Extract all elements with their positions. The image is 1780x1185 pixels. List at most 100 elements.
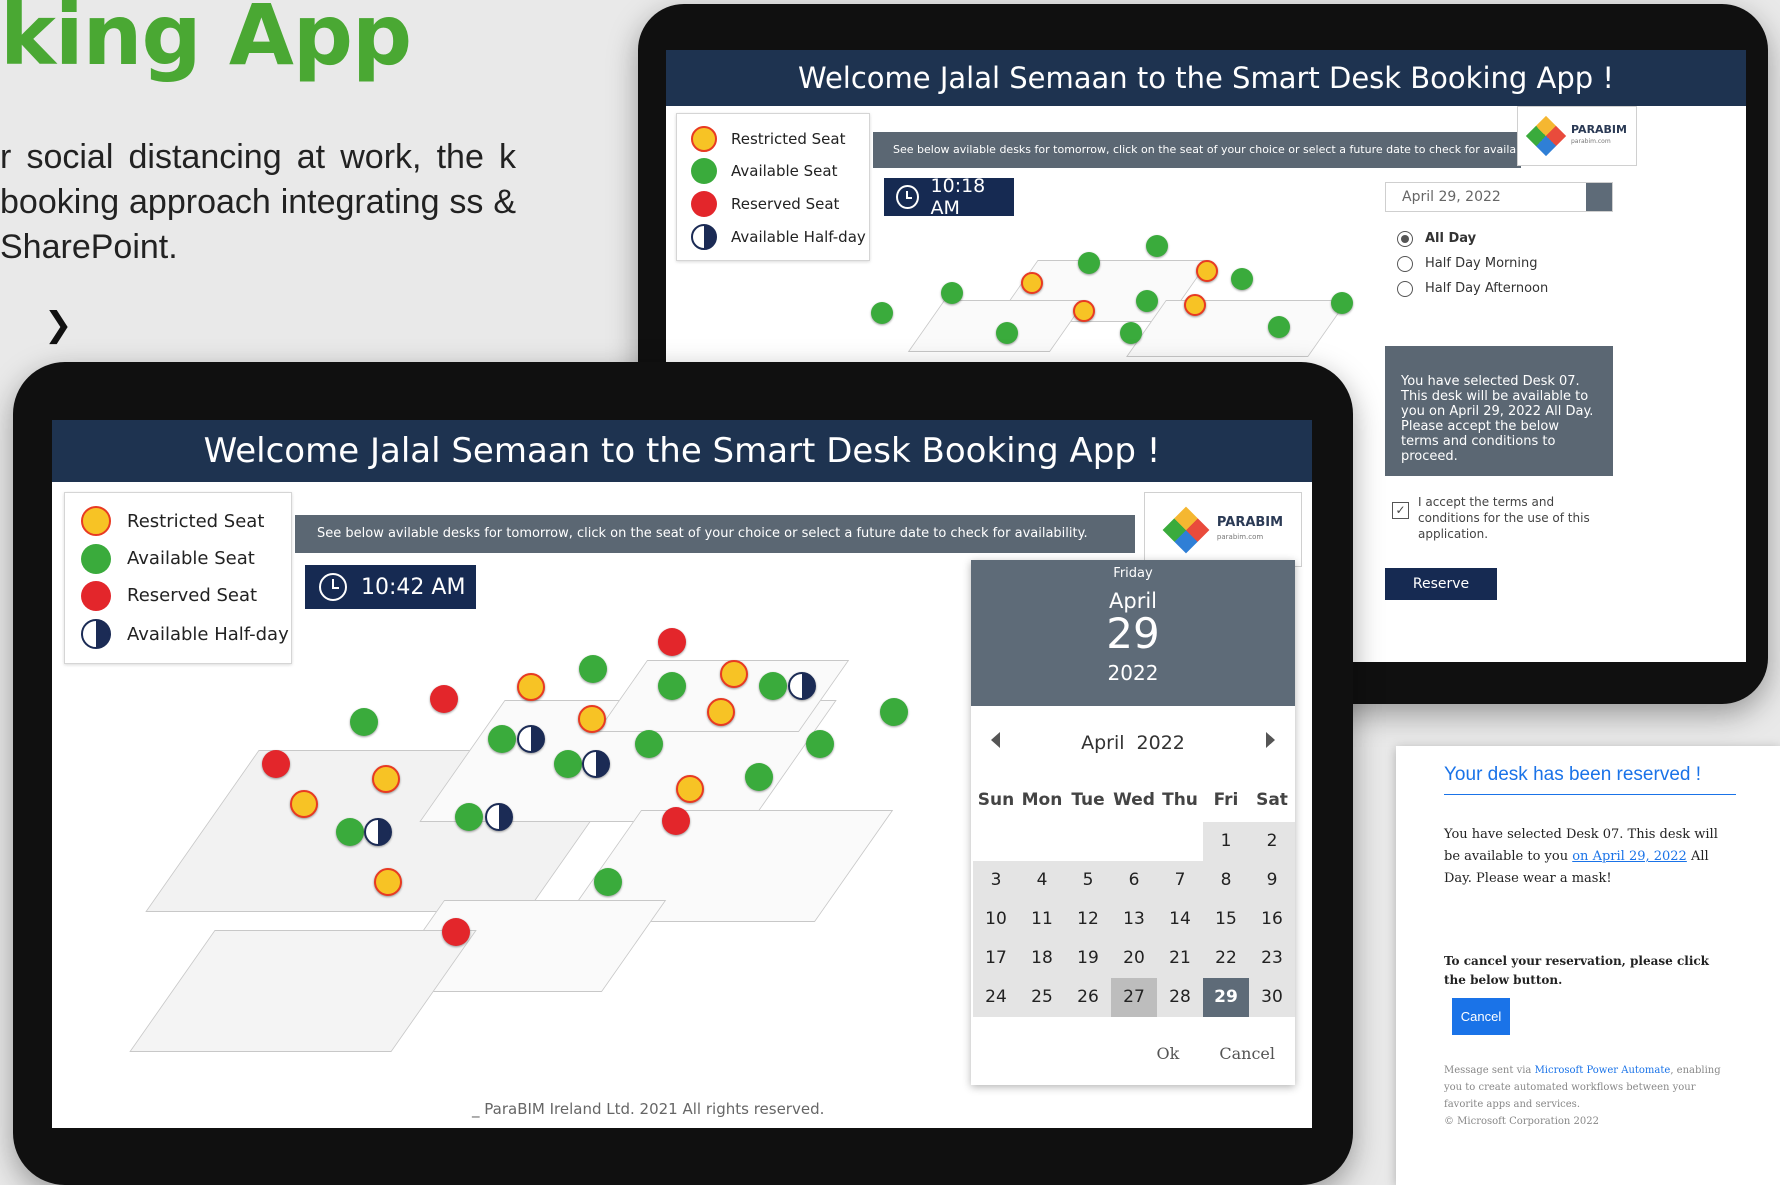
parabim-logo: PARABIM parabim.com — [1517, 106, 1637, 166]
available-seat-icon[interactable] — [1146, 235, 1168, 257]
page-title: Welcome Jalal Semaan to the Smart Desk B… — [52, 420, 1312, 482]
restricted-seat-icon[interactable] — [676, 775, 704, 803]
ok-button[interactable]: Ok — [1157, 1044, 1180, 1063]
day-cell[interactable]: 21 — [1157, 939, 1203, 978]
day-cell[interactable]: 17 — [973, 939, 1019, 978]
radio-selected-icon[interactable] — [1397, 230, 1413, 247]
option-half-day-morning[interactable]: Half Day Morning — [1397, 251, 1548, 276]
available-seat-icon[interactable] — [635, 730, 663, 758]
day-cell[interactable]: 9 — [1249, 861, 1295, 900]
available-seat-icon[interactable] — [579, 655, 607, 683]
day-cell[interactable]: 16 — [1249, 900, 1295, 939]
restricted-seat-icon[interactable] — [290, 790, 318, 818]
radio-icon[interactable] — [1397, 255, 1413, 272]
option-half-day-afternoon[interactable]: Half Day Afternoon — [1397, 276, 1548, 301]
day-cell[interactable]: 13 — [1111, 900, 1157, 939]
reserved-seat-icon[interactable] — [430, 685, 458, 713]
cancel-button[interactable]: Cancel — [1219, 1044, 1275, 1063]
available-seat-icon[interactable] — [336, 818, 364, 846]
available-seat-icon[interactable] — [941, 282, 963, 304]
reserved-seat-icon[interactable] — [662, 807, 690, 835]
half-day-icon[interactable] — [485, 803, 513, 831]
chevron-right-icon[interactable] — [1266, 732, 1275, 748]
day-cell[interactable]: 1 — [1203, 822, 1249, 861]
restricted-seat-icon[interactable] — [1184, 294, 1206, 316]
email-cancel-button[interactable]: Cancel — [1452, 998, 1510, 1035]
reserved-seat-icon[interactable] — [262, 750, 290, 778]
chevron-left-icon[interactable] — [991, 732, 1000, 748]
available-seat-icon[interactable] — [1136, 290, 1158, 312]
available-seat-icon[interactable] — [1120, 322, 1142, 344]
day-cell[interactable]: 30 — [1249, 978, 1295, 1017]
restricted-seat-icon[interactable] — [578, 705, 606, 733]
day-cell[interactable]: 7 — [1157, 861, 1203, 900]
available-seat-icon[interactable] — [1231, 268, 1253, 290]
restricted-seat-icon[interactable] — [707, 698, 735, 726]
radio-icon[interactable] — [1397, 280, 1413, 297]
nav-year[interactable]: 2022 — [1137, 732, 1185, 754]
half-day-icon[interactable] — [582, 750, 610, 778]
restricted-seat-icon[interactable] — [517, 673, 545, 701]
day-cell[interactable]: 24 — [973, 978, 1019, 1017]
power-automate-link[interactable]: Microsoft Power Automate — [1535, 1065, 1671, 1076]
available-seat-icon[interactable] — [1268, 316, 1290, 338]
day-cell[interactable]: 12 — [1065, 900, 1111, 939]
nav-month[interactable]: April — [1081, 732, 1124, 754]
day-cell[interactable]: 11 — [1019, 900, 1065, 939]
day-cell[interactable]: 3 — [973, 861, 1019, 900]
reserve-button[interactable]: Reserve — [1385, 568, 1497, 600]
day-cell[interactable]: 26 — [1065, 978, 1111, 1017]
checkbox-icon[interactable]: ✓ — [1392, 502, 1409, 519]
day-cell[interactable]: 23 — [1249, 939, 1295, 978]
available-seat-icon[interactable] — [658, 672, 686, 700]
day-cell[interactable]: 29 — [1203, 978, 1249, 1017]
day-cell[interactable]: 15 — [1203, 900, 1249, 939]
available-seat-icon[interactable] — [350, 708, 378, 736]
available-seat-icon[interactable] — [455, 803, 483, 831]
half-day-icon[interactable] — [788, 672, 816, 700]
reserved-seat-icon[interactable] — [658, 628, 686, 656]
date-picker-dialog: Friday April 29 2022 April 2022 Sun Mon Tu… — [971, 560, 1295, 1085]
available-seat-icon[interactable] — [1078, 252, 1100, 274]
day-cell[interactable]: 4 — [1019, 861, 1065, 900]
restricted-seat-icon[interactable] — [1073, 300, 1095, 322]
terms-checkbox-row[interactable]: ✓ I accept the terms and conditions for … — [1392, 494, 1617, 542]
day-cell[interactable]: 22 — [1203, 939, 1249, 978]
day-cell[interactable]: 2 — [1249, 822, 1295, 861]
day-cell[interactable]: 10 — [973, 900, 1019, 939]
day-cell[interactable]: 25 — [1019, 978, 1065, 1017]
restricted-seat-icon[interactable] — [720, 660, 748, 688]
day-cell[interactable]: 18 — [1019, 939, 1065, 978]
calendar-icon[interactable] — [1586, 183, 1612, 211]
restricted-seat-icon[interactable] — [372, 765, 400, 793]
day-cell[interactable]: 8 — [1203, 861, 1249, 900]
day-cell[interactable]: 27 — [1111, 978, 1157, 1017]
available-seat-icon[interactable] — [554, 750, 582, 778]
day-cell[interactable]: 28 — [1157, 978, 1203, 1017]
day-cell[interactable]: 19 — [1065, 939, 1111, 978]
day-cell[interactable]: 20 — [1111, 939, 1157, 978]
available-seat-icon[interactable] — [806, 730, 834, 758]
restricted-seat-icon[interactable] — [374, 868, 402, 896]
available-seat-icon[interactable] — [745, 763, 773, 791]
logo-cube-icon — [1162, 506, 1210, 553]
day-cell[interactable]: 5 — [1065, 861, 1111, 900]
available-seat-icon[interactable] — [759, 672, 787, 700]
chevron-right-icon[interactable]: ❯ — [44, 305, 73, 345]
available-seat-icon[interactable] — [996, 322, 1018, 344]
available-seat-icon[interactable] — [488, 725, 516, 753]
option-all-day[interactable]: All Day — [1397, 226, 1548, 251]
date-link[interactable]: on April 29, 2022 — [1572, 849, 1687, 864]
day-cell[interactable]: 14 — [1157, 900, 1203, 939]
day-cell[interactable]: 6 — [1111, 861, 1157, 900]
reserved-seat-icon[interactable] — [442, 918, 470, 946]
restricted-seat-icon[interactable] — [1021, 272, 1043, 294]
available-seat-icon[interactable] — [594, 868, 622, 896]
half-day-icon[interactable] — [364, 818, 392, 846]
available-seat-icon[interactable] — [1331, 292, 1353, 314]
available-seat-icon[interactable] — [871, 302, 893, 324]
restricted-seat-icon[interactable] — [1196, 260, 1218, 282]
available-seat-icon[interactable] — [880, 698, 908, 726]
half-day-icon[interactable] — [517, 725, 545, 753]
date-picker[interactable]: April 29, 2022 — [1385, 182, 1613, 212]
